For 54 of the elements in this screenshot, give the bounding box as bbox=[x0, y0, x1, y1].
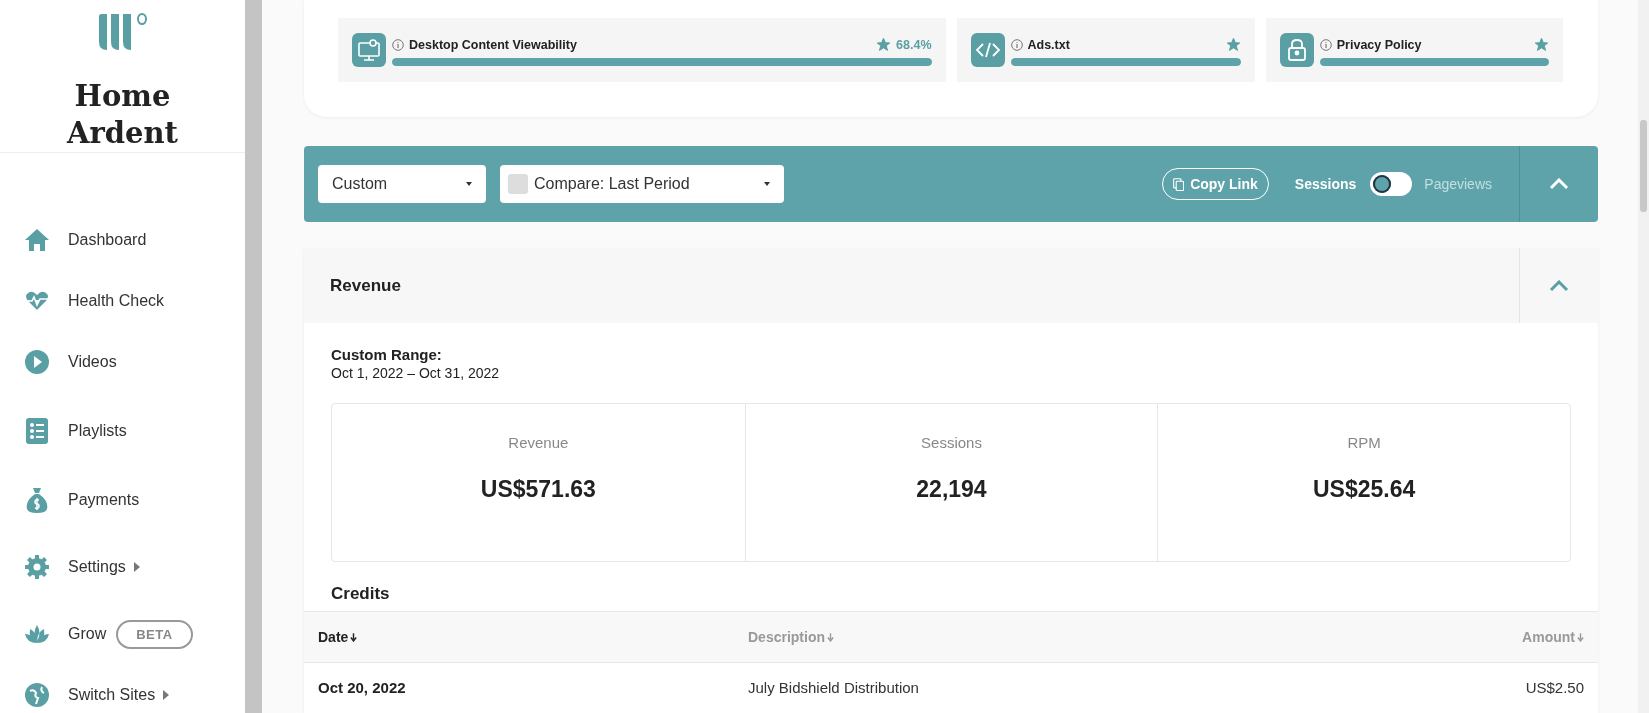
nav-link[interactable]: Playlists bbox=[68, 422, 127, 440]
money-bag-icon bbox=[24, 487, 50, 513]
info-icon[interactable] bbox=[1319, 38, 1332, 51]
caret-right-icon bbox=[133, 562, 140, 572]
globe-icon bbox=[24, 682, 50, 708]
table-cell-text: Oct 20, 2022 bbox=[317, 678, 407, 696]
code-icon bbox=[970, 33, 1005, 67]
stat-value: 22,194 bbox=[916, 476, 987, 503]
range-dropdown[interactable]: Custom bbox=[318, 165, 486, 203]
sidebar-scrollbar[interactable] bbox=[245, 0, 262, 713]
nav-link[interactable]: Switch Sites bbox=[68, 686, 156, 704]
nav-link[interactable]: Grow bbox=[68, 625, 107, 643]
panel-title: Revenue bbox=[330, 275, 402, 296]
column-header[interactable]: Date bbox=[304, 629, 748, 645]
table-cell-text: US$2.50 bbox=[1525, 678, 1585, 696]
lock-icon bbox=[1279, 33, 1314, 67]
nav-link[interactable]: Settings bbox=[68, 558, 126, 576]
sort-arrow-icon bbox=[827, 632, 834, 642]
gear-icon bbox=[24, 554, 50, 580]
monitor-icon bbox=[352, 33, 386, 67]
stat-value: US$25.64 bbox=[1313, 476, 1416, 503]
info-icon[interactable] bbox=[392, 38, 404, 51]
stat-value: US$571.63 bbox=[480, 476, 596, 503]
play-icon bbox=[24, 349, 50, 375]
caret-right-icon bbox=[163, 690, 170, 700]
table-cell-text: July Bidshield Distribution bbox=[748, 678, 920, 696]
home-icon bbox=[24, 227, 50, 253]
section-title: Credits bbox=[331, 584, 391, 605]
metric-percentage: 68.4% bbox=[896, 37, 932, 52]
copy-icon bbox=[1173, 177, 1185, 191]
compare-checkbox[interactable] bbox=[508, 174, 528, 194]
compare-dropdown[interactable]: Compare: Last Period bbox=[500, 165, 784, 203]
beta-badge: BETA bbox=[116, 619, 193, 649]
list-icon bbox=[24, 418, 50, 444]
sort-arrow-icon bbox=[1577, 632, 1584, 642]
stat-label: RPM bbox=[1347, 434, 1381, 451]
nav-link[interactable]: Videos bbox=[68, 353, 117, 371]
nav-link[interactable]: Health Check bbox=[68, 292, 165, 310]
stat-label: Sessions bbox=[921, 434, 982, 451]
date-range: Oct 1, 2022 – Oct 31, 2022 bbox=[331, 365, 501, 381]
metric-label: Desktop Content Viewability bbox=[409, 37, 577, 52]
info-icon[interactable] bbox=[1010, 38, 1023, 51]
sort-arrow-icon bbox=[350, 632, 358, 642]
range-label: Custom Range: bbox=[331, 346, 443, 363]
site-name: Home Ardent bbox=[65, 78, 179, 152]
metric-label: Privacy Policy bbox=[1336, 37, 1422, 52]
logo-icon bbox=[96, 12, 149, 52]
chevron-icon[interactable] bbox=[1549, 279, 1569, 292]
scrollbar-thumb[interactable] bbox=[1640, 120, 1647, 212]
metric-label: Ads.txt bbox=[1027, 37, 1070, 52]
nav-link[interactable]: Payments bbox=[68, 491, 140, 509]
metric-switch[interactable] bbox=[1370, 172, 1413, 196]
stat-label: Revenue bbox=[508, 434, 569, 451]
nav-link[interactable]: Dashboard bbox=[68, 231, 147, 249]
